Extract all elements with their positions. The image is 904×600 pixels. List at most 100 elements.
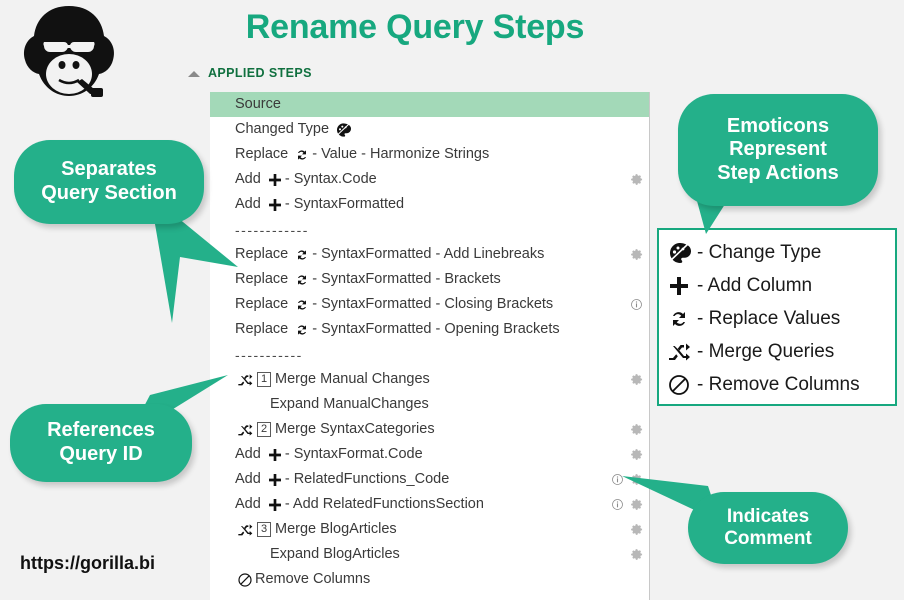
merge-queries-icon — [667, 340, 693, 364]
step-row[interactable]: Add - Add RelatedFunctionsSection — [210, 492, 649, 517]
site-url: https://gorilla.bi — [20, 553, 155, 573]
page-title: Rename Query Steps — [245, 8, 585, 46]
callout-indicates-comment: Indicates Comment — [688, 492, 848, 564]
step-row[interactable]: 1 Merge Manual Changes — [210, 367, 649, 392]
step-row[interactable]: 2 Merge SyntaxCategories — [210, 417, 649, 442]
step-label: Expand ManualChanges — [270, 396, 429, 413]
step-row-icons — [630, 442, 643, 467]
callout-emoticons-text: Emoticons Represent Step Actions — [717, 114, 839, 184]
gear-icon[interactable] — [630, 248, 643, 261]
replace-values-icon — [667, 307, 693, 331]
step-action-prefix: Add — [235, 446, 261, 463]
triangle-collapse-icon[interactable] — [188, 71, 200, 77]
step-row[interactable]: Replace - SyntaxFormatted - Opening Brac… — [210, 317, 649, 342]
query-id-badge: 2 — [257, 422, 271, 437]
step-row[interactable]: Changed Type — [210, 117, 649, 142]
step-row[interactable]: Expand ManualChanges — [210, 392, 649, 417]
change-type-icon — [335, 122, 352, 138]
gear-icon[interactable] — [630, 448, 643, 461]
step-label: Merge BlogArticles — [275, 521, 397, 538]
legend-label: - Merge Queries — [697, 340, 835, 362]
step-row[interactable]: Add - SyntaxFormatted — [210, 192, 649, 217]
step-label: Merge SyntaxCategories — [275, 421, 435, 438]
step-row[interactable]: Replace - SyntaxFormatted - Brackets — [210, 267, 649, 292]
legend-label: - Change Type — [697, 241, 822, 263]
replace-values-icon — [294, 247, 310, 263]
callout-emoticons-represent-step-actions: Emoticons Represent Step Actions — [678, 94, 878, 206]
gorilla-head-icon — [14, 2, 124, 98]
step-action-prefix: Replace — [235, 146, 289, 163]
legend-row: - Remove Columns — [667, 368, 887, 401]
step-row[interactable]: Source — [210, 92, 649, 117]
legend-label: - Add Column — [697, 274, 813, 296]
change-type-icon — [667, 241, 693, 265]
legend-row: - Merge Queries — [667, 335, 887, 368]
query-id-badge: 3 — [257, 522, 271, 537]
step-action-prefix: Add — [235, 171, 261, 188]
callout-separates-text: Separates Query Section — [41, 158, 177, 204]
legend-label: - Remove Columns — [697, 373, 860, 395]
step-label: - SyntaxFormatted — [284, 196, 405, 213]
step-row-icons — [630, 242, 643, 267]
callout-separates-query-section: Separates Query Section — [14, 140, 204, 224]
step-action-prefix: Add — [235, 471, 261, 488]
infographic-root: Rename Query Steps APPLIED STEPS Source C… — [0, 0, 904, 600]
step-label: Merge Manual Changes — [275, 371, 430, 388]
callout-comment-text: Indicates Comment — [724, 505, 812, 549]
remove-columns-icon — [667, 373, 693, 397]
step-row-icons — [630, 292, 643, 317]
step-row-icons — [630, 367, 643, 392]
add-column-icon — [267, 472, 283, 488]
step-label: - RelatedFunctions_Code — [284, 471, 450, 488]
query-id-badge: 1 — [257, 372, 271, 387]
step-row[interactable]: ----------- — [210, 342, 649, 367]
step-row[interactable]: Add - Syntax.Code — [210, 167, 649, 192]
add-column-icon — [267, 197, 283, 213]
legend-box: - Change Type - Add Column - Replace Value… — [657, 228, 897, 406]
step-action-prefix: Add — [235, 496, 261, 513]
add-column-icon — [267, 172, 283, 188]
step-label: - SyntaxFormatted - Add Linebreaks — [312, 246, 545, 263]
step-label: - SyntaxFormatted - Brackets — [312, 271, 501, 288]
step-label: - Add RelatedFunctionsSection — [284, 496, 484, 513]
comment-info-icon[interactable] — [630, 298, 643, 311]
step-label: - Syntax.Code — [284, 171, 377, 188]
replace-values-icon — [294, 272, 310, 288]
step-label: - Value - Harmonize Strings — [312, 146, 490, 163]
legend-row: - Replace Values — [667, 302, 887, 335]
step-label: - SyntaxFormatted - Closing Brackets — [312, 296, 554, 313]
step-row[interactable]: Expand BlogArticles — [210, 542, 649, 567]
step-label: Source — [235, 96, 281, 113]
legend-row: - Add Column — [667, 269, 887, 302]
step-row[interactable]: ------------ — [210, 217, 649, 242]
step-row[interactable]: Replace - SyntaxFormatted - Add Linebrea… — [210, 242, 649, 267]
applied-steps-header[interactable]: APPLIED STEPS — [188, 66, 312, 80]
applied-steps-label: APPLIED STEPS — [208, 66, 312, 80]
replace-values-icon — [294, 147, 310, 163]
step-row[interactable]: Add - SyntaxFormat.Code — [210, 442, 649, 467]
step-row-icons — [630, 167, 643, 192]
gear-icon[interactable] — [630, 548, 643, 561]
step-row[interactable]: 3 Merge BlogArticles — [210, 517, 649, 542]
applied-steps-panel[interactable]: Source Changed Type Replace - Value - Har… — [210, 92, 650, 600]
step-label: - SyntaxFormatted - Opening Brackets — [312, 321, 560, 338]
step-row[interactable]: Add - RelatedFunctions_Code — [210, 467, 649, 492]
step-row[interactable]: Remove Columns — [210, 567, 649, 592]
legend-row: - Change Type — [667, 236, 887, 269]
replace-values-icon — [294, 322, 310, 338]
add-column-icon — [267, 497, 283, 513]
step-separator: ----------- — [235, 346, 303, 363]
step-row[interactable]: Replace - SyntaxFormatted - Closing Brac… — [210, 292, 649, 317]
step-label: Remove Columns — [255, 571, 371, 588]
gear-icon[interactable] — [630, 373, 643, 386]
step-row-icons — [630, 417, 643, 442]
step-row[interactable]: Replace - Value - Harmonize Strings — [210, 142, 649, 167]
replace-values-icon — [294, 297, 310, 313]
gear-icon[interactable] — [630, 423, 643, 436]
callout-references-text: References Query ID — [47, 419, 155, 465]
remove-columns-icon — [237, 572, 253, 588]
callout-references-query-id: References Query ID — [10, 404, 192, 482]
gear-icon[interactable] — [630, 173, 643, 186]
add-column-icon — [667, 274, 693, 298]
step-label: Changed Type — [235, 121, 330, 138]
